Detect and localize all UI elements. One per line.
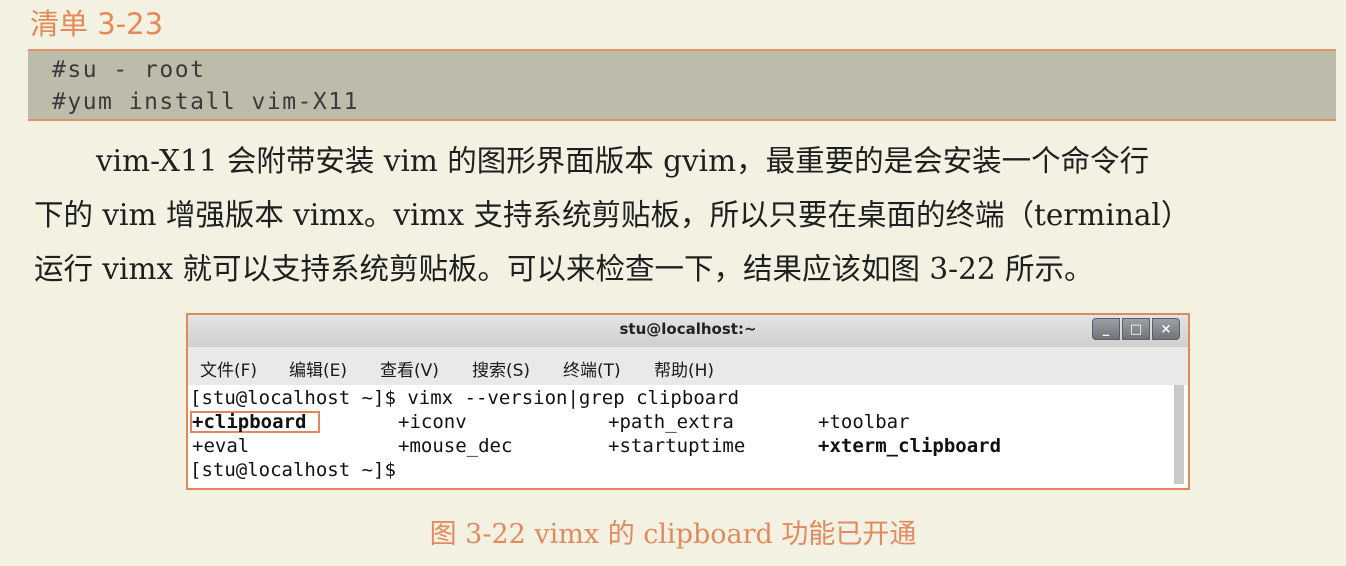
menu-help[interactable]: 帮助(H) (654, 356, 714, 381)
menu-edit[interactable]: 编辑(E) (289, 356, 347, 381)
output-cell-r1c3: +path_extra (608, 411, 734, 433)
terminal-output[interactable]: [stu@localhost ~]$ vimx --version|grep c… (188, 385, 1188, 488)
terminal-title: stu@localhost:~ (619, 320, 757, 338)
terminal-menubar: 文件(F) 编辑(E) 查看(V) 搜索(S) 终端(T) 帮助(H) (188, 347, 1188, 385)
output-cell-r2c3: +startuptime (608, 435, 746, 457)
output-cell-r2c4: +xterm_clipboard (818, 435, 1002, 457)
minimize-icon[interactable]: _ (1092, 318, 1120, 340)
terminal-titlebar: stu@localhost:~ _ □ × (188, 315, 1188, 347)
code-line-2: #yum install vim-X11 (52, 89, 359, 115)
terminal-scrollbar[interactable] (1174, 385, 1184, 484)
output-cell-r1c4: +toolbar (818, 411, 910, 433)
close-icon[interactable]: × (1152, 318, 1180, 340)
paragraph-line-1: vim-X11 会附带安装 vim 的图形界面版本 gvim，最重要的是会安装一… (96, 144, 1150, 178)
window-controls: _ □ × (1092, 318, 1180, 340)
terminal-window-figure: stu@localhost:~ _ □ × 文件(F) 编辑(E) 查看(V) … (186, 313, 1190, 490)
menu-search[interactable]: 搜索(S) (472, 356, 530, 381)
output-cell-r2c2: +mouse_dec (398, 435, 513, 457)
code-line-1: #su - root (52, 57, 206, 83)
listing-title: 清单 3-23 (30, 7, 164, 41)
output-cell-r2c1: +eval (192, 435, 250, 457)
prompt-line: [stu@localhost ~]$ (190, 459, 396, 481)
figure-caption: 图 3-22 vimx 的 clipboard 功能已开通 (429, 519, 917, 550)
paragraph-line-3: 运行 vimx 就可以支持系统剪贴板。可以来检查一下，结果应该如图 3-22 所… (34, 252, 1094, 286)
code-block: #su - root #yum install vim-X11 (28, 49, 1336, 121)
paragraph-line-2: 下的 vim 增强版本 vimx。vimx 支持系统剪贴板，所以只要在桌面的终端… (34, 198, 1191, 232)
menu-view[interactable]: 查看(V) (380, 356, 439, 381)
output-cell-r1c1: +clipboard (192, 411, 307, 433)
body-paragraph: vim-X11 会附带安装 vim 的图形界面版本 gvim，最重要的是会安装一… (34, 134, 1336, 296)
output-cell-r1c2: +iconv (398, 411, 467, 433)
command-line: [stu@localhost ~]$ vimx --version|grep c… (190, 387, 740, 409)
menu-terminal[interactable]: 终端(T) (563, 356, 621, 381)
menu-file[interactable]: 文件(F) (200, 356, 257, 381)
maximize-icon[interactable]: □ (1122, 318, 1150, 340)
